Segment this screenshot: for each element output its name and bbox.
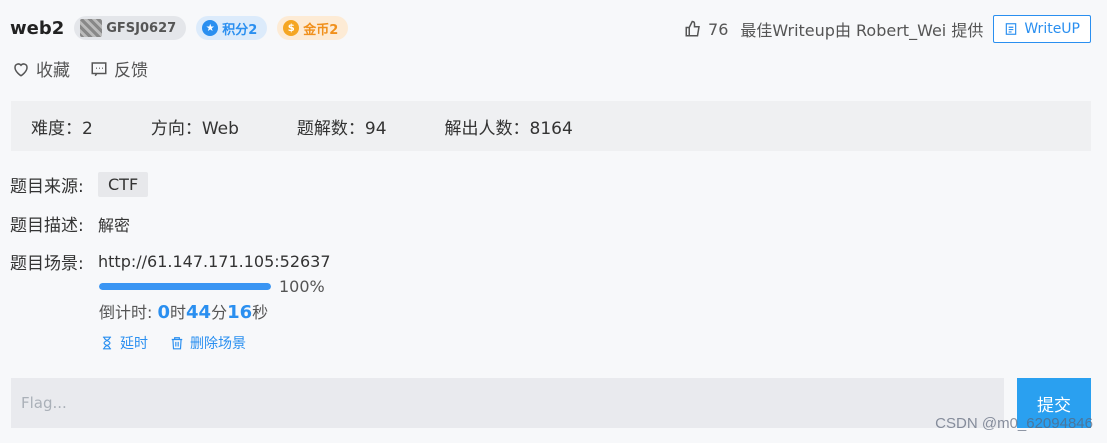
like-button[interactable]: 76	[684, 20, 728, 39]
best-writeup-text[interactable]: 最佳Writeup由 Robert_Wei 提供	[740, 17, 983, 41]
star-icon: ★	[202, 20, 219, 36]
writeup-button-label: WriteUP	[1024, 21, 1080, 37]
extend-button[interactable]: 延时	[100, 333, 148, 353]
description-value: 解密	[98, 215, 131, 235]
action-row: 收藏 反馈	[12, 56, 168, 81]
feedback-label: 反馈	[114, 61, 148, 81]
source-row: 题目来源: CTF	[10, 172, 149, 197]
progress-text: 100%	[279, 277, 325, 296]
title-row: web2 GFSJ0627 ★ 积分2 $ 金币2	[10, 16, 358, 40]
challenge-title: web2	[10, 17, 65, 39]
coin-icon: $	[283, 20, 300, 36]
writeup-bar: 76 最佳Writeup由 Robert_Wei 提供 WriteUP	[684, 15, 1091, 43]
heart-icon	[14, 62, 28, 77]
solver-count: 解出人数：8164	[444, 118, 573, 139]
avatar	[80, 19, 103, 37]
stats-bar: 难度：2 方向：Web 题解数：94 解出人数：8164	[11, 101, 1091, 151]
progress-bar	[99, 283, 271, 290]
countdown-minutes: 44	[186, 302, 212, 323]
countdown-seconds: 16	[227, 302, 253, 323]
scene-progress: 100%	[99, 277, 325, 296]
progress-fill	[99, 283, 271, 290]
document-icon	[1006, 23, 1017, 35]
watermark: CSDN @m0_62094846	[935, 415, 1093, 432]
delete-scene-button[interactable]: 删除场景	[170, 333, 246, 353]
description-row: 题目描述: 解密	[10, 211, 131, 237]
direction: 方向：Web	[150, 118, 239, 139]
scene-url[interactable]: http://61.147.171.105:52637	[98, 252, 331, 271]
scene-ops: 延时 删除场景	[100, 333, 268, 353]
like-count: 76	[708, 19, 729, 39]
coin-label: 金币2	[303, 22, 339, 38]
description-label: 题目描述:	[10, 216, 84, 236]
score-badge: ★ 积分2	[196, 16, 268, 40]
trash-icon	[171, 337, 183, 350]
countdown-hours: 0	[157, 302, 171, 323]
countdown: 倒计时: 0时44分16秒	[99, 299, 268, 323]
writeup-button[interactable]: WriteUP	[993, 15, 1091, 43]
solve-count: 题解数：94	[296, 118, 387, 139]
minutes-unit: 分	[211, 303, 228, 322]
feedback-icon	[91, 61, 107, 76]
score-label: 积分2	[222, 22, 258, 38]
source-label: 题目来源:	[10, 177, 84, 197]
hours-unit: 时	[170, 303, 187, 322]
user-name: GFSJ0627	[106, 20, 177, 36]
favorite-label: 收藏	[36, 61, 70, 81]
countdown-prefix: 倒计时:	[99, 303, 158, 322]
scene-label: 题目场景:	[10, 254, 84, 274]
feedback-button[interactable]: 反馈	[90, 56, 148, 81]
coin-badge: $ 金币2	[277, 16, 349, 40]
scene-row: 题目场景: http://61.147.171.105:52637	[10, 249, 331, 274]
hourglass-icon	[102, 336, 112, 350]
user-badge[interactable]: GFSJ0627	[74, 16, 187, 40]
favorite-button[interactable]: 收藏	[12, 56, 70, 81]
thumbs-up-icon	[685, 20, 700, 37]
delete-scene-label: 删除场景	[190, 336, 246, 352]
extend-label: 延时	[120, 336, 148, 352]
seconds-unit: 秒	[252, 303, 269, 322]
difficulty: 难度：2	[31, 118, 93, 139]
source-tag: CTF	[98, 172, 149, 197]
flag-input[interactable]	[11, 378, 1004, 428]
